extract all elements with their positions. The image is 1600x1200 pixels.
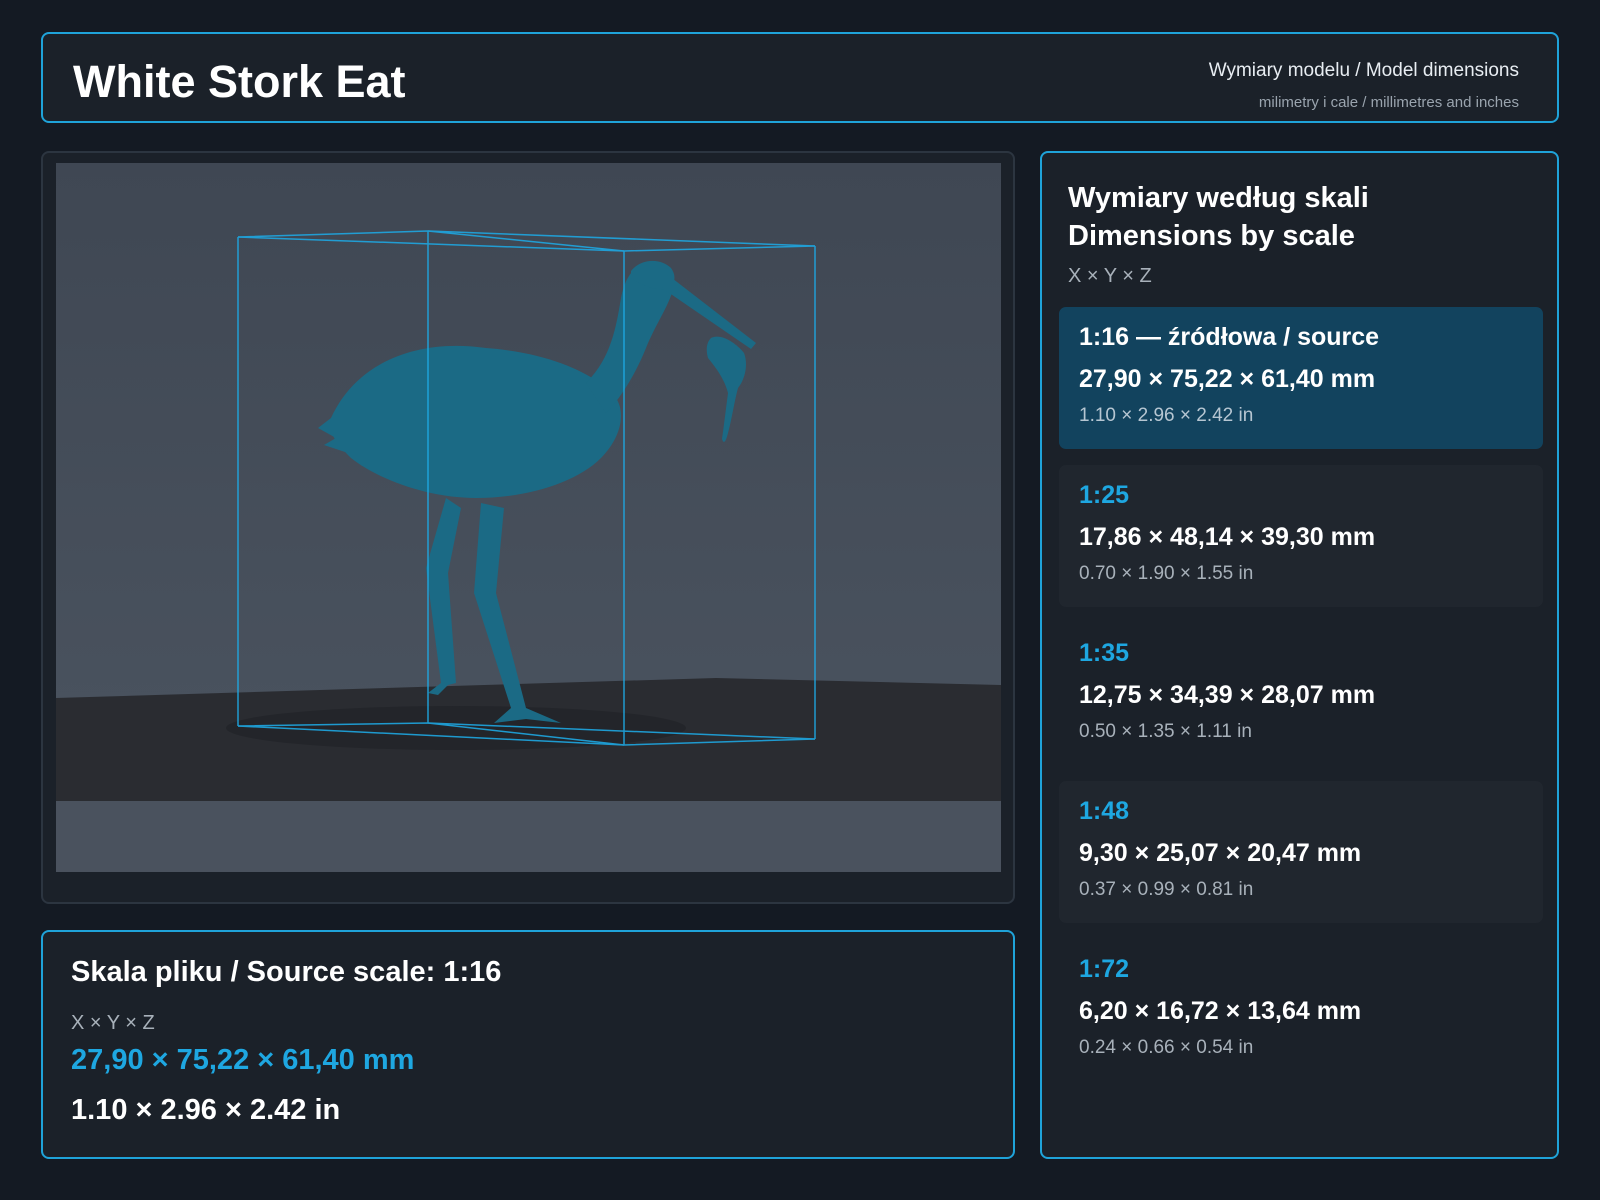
- model-render: [56, 163, 1001, 872]
- model-title: White Stork Eat: [73, 56, 406, 107]
- scale-card-1-35[interactable]: 1:35 12,75 × 34,39 × 28,07 mm 0.50 × 1.3…: [1059, 623, 1543, 765]
- scale-dimensions-mm: 12,75 × 34,39 × 28,07 mm: [1079, 681, 1376, 709]
- scale-card-1-72[interactable]: 1:72 6,20 × 16,72 × 13,64 mm 0.24 × 0.66…: [1059, 939, 1543, 1081]
- scale-dimensions-mm: 6,20 × 16,72 × 13,64 mm: [1079, 997, 1362, 1025]
- scales-title-en: Dimensions by scale: [1068, 220, 1355, 252]
- scale-dimensions-in: 0.70 × 1.90 × 1.55 in: [1079, 563, 1254, 584]
- source-dimensions-in: 1.10 × 2.96 × 2.42 in: [71, 1094, 341, 1126]
- scale-dimensions-in: 0.37 × 0.99 × 0.81 in: [1079, 879, 1254, 900]
- scale-card-1-48[interactable]: 1:48 9,30 × 25,07 × 20,47 mm 0.37 × 0.99…: [1059, 781, 1543, 923]
- scale-label: 1:72: [1079, 955, 1130, 983]
- scale-dimensions-mm: 9,30 × 25,07 × 20,47 mm: [1079, 839, 1362, 867]
- scales-panel-title: Wymiary według skali Dimensions by scale: [1068, 179, 1369, 255]
- scale-label: 1:48: [1079, 797, 1130, 825]
- dimensions-units-subtitle: milimetry i cale / millimetres and inche…: [1258, 94, 1519, 111]
- scale-label: 1:16 — źródłowa / source: [1079, 323, 1380, 351]
- model-viewer-panel: [41, 151, 1015, 904]
- header-bar: White Stork Eat Wymiary modelu / Model d…: [41, 32, 1559, 123]
- floor-edge: [56, 801, 1001, 872]
- scales-axes-label: X × Y × Z: [1068, 265, 1152, 287]
- scales-title-pl: Wymiary według skali: [1068, 182, 1369, 214]
- shadow: [226, 706, 686, 750]
- axes-label: X × Y × Z: [71, 1012, 155, 1034]
- scale-dimensions-in: 1.10 × 2.96 × 2.42 in: [1079, 405, 1254, 426]
- scale-dimensions-mm: 27,90 × 75,22 × 61,40 mm: [1079, 365, 1376, 393]
- source-scale-card: Skala pliku / Source scale: 1:16 X × Y ×…: [41, 930, 1015, 1159]
- model-viewport[interactable]: [56, 163, 1001, 872]
- scale-card-1-25[interactable]: 1:25 17,86 × 48,14 × 39,30 mm 0.70 × 1.9…: [1059, 465, 1543, 607]
- scale-dimensions-in: 0.24 × 0.66 × 0.54 in: [1079, 1037, 1254, 1058]
- scales-panel: Wymiary według skali Dimensions by scale…: [1040, 151, 1559, 1159]
- scale-label: 1:35: [1079, 639, 1130, 667]
- dimensions-heading: Wymiary modelu / Model dimensions: [1208, 60, 1519, 81]
- scale-dimensions-in: 0.50 × 1.35 × 1.11 in: [1079, 721, 1252, 742]
- source-dimensions-mm: 27,90 × 75,22 × 61,40 mm: [71, 1044, 415, 1076]
- scale-card-1-16[interactable]: 1:16 — źródłowa / source 27,90 × 75,22 ×…: [1059, 307, 1543, 449]
- source-scale-heading: Skala pliku / Source scale: 1:16: [71, 956, 502, 988]
- scale-label: 1:25: [1079, 481, 1130, 509]
- scale-dimensions-mm: 17,86 × 48,14 × 39,30 mm: [1079, 523, 1376, 551]
